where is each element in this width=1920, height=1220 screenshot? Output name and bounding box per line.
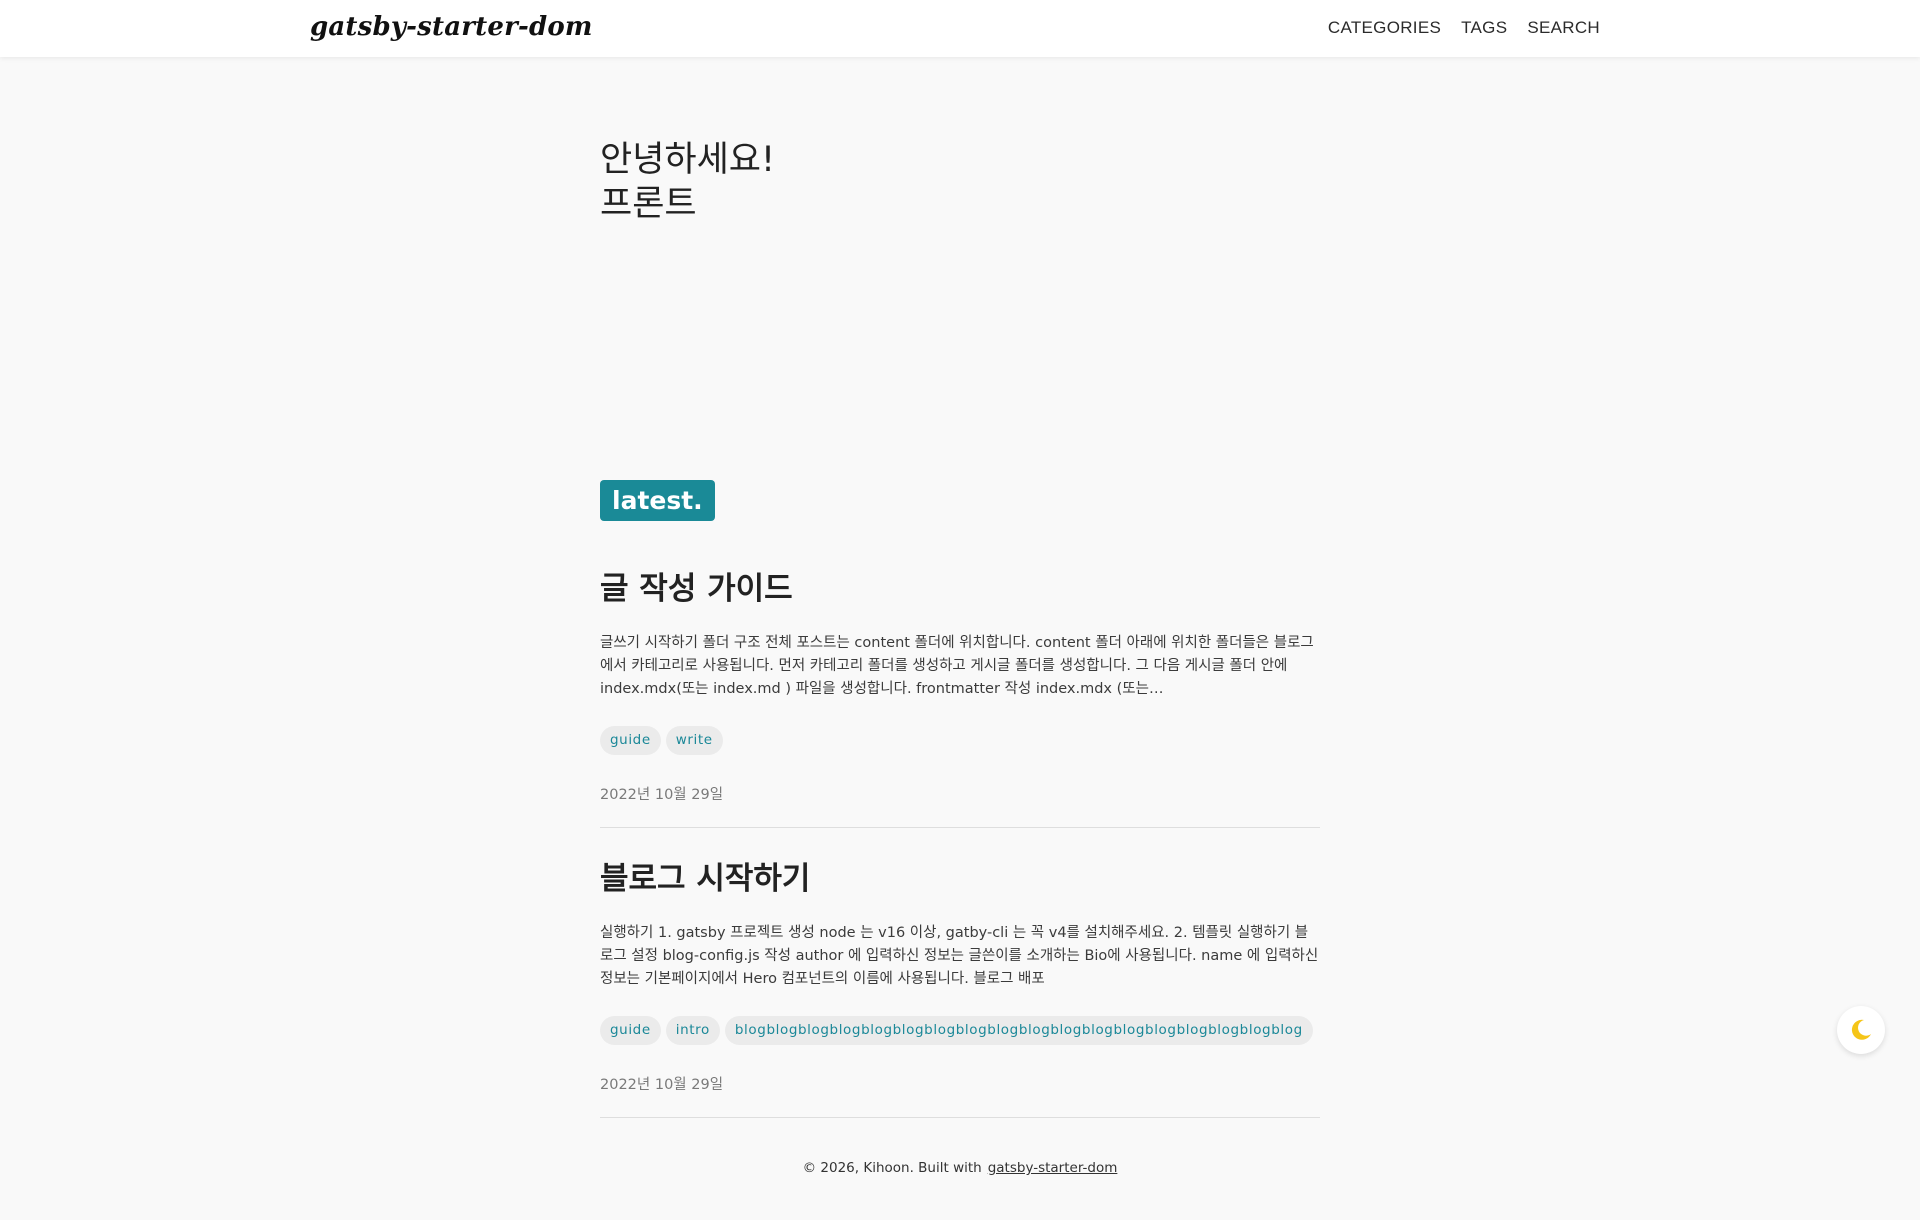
latest-badge: latest. <box>600 480 715 521</box>
nav-link-tags[interactable]: TAGS <box>1461 18 1507 38</box>
hero-subtitle: 프론트 <box>600 184 697 224</box>
hero-greeting: 안녕하세요! <box>600 140 776 180</box>
post-list: 글 작성 가이드 글쓰기 시작하기 폴더 구조 전체 포스트는 content … <box>600 570 1320 1150</box>
post-date: 2022년 10월 29일 <box>600 1077 724 1093</box>
tag-chip[interactable]: intro <box>665 1016 720 1045</box>
post-excerpt: 글쓰기 시작하기 폴더 구조 전체 포스트는 content 폴더에 위치합니다… <box>600 635 1314 697</box>
nav-link-search[interactable]: SEARCH <box>1527 18 1600 38</box>
tag-chip[interactable]: write <box>665 726 723 755</box>
post-tags: guide intro blogblogblogblogblogblogblog… <box>600 1016 1320 1045</box>
tag-chip[interactable]: guide <box>600 1016 661 1045</box>
post-date: 2022년 10월 29일 <box>600 787 724 803</box>
site-header: gatsby-starter-dom CATEGORIES TAGS SEARC… <box>0 0 1920 57</box>
site-footer: © 2026, Kihoon. Built with gatsby-starter… <box>0 1160 1920 1176</box>
tag-chip[interactable]: guide <box>600 726 661 755</box>
footer-text: © 2026, Kihoon. Built with <box>802 1160 982 1176</box>
hero: 안녕하세요! 프론트 <box>600 138 1320 226</box>
post-title-link[interactable]: 블로그 시작하기 <box>600 860 1320 898</box>
moon-icon <box>1848 1017 1874 1043</box>
site-logo-link[interactable]: gatsby-starter-dom <box>310 12 593 42</box>
post-excerpt: 실행하기 1. gatsby 프로젝트 생성 node 는 v16 이상, ga… <box>600 925 1319 987</box>
main-content: 안녕하세요! 프론트 latest. 글 작성 가이드 글쓰기 시작하기 폴더 … <box>600 138 1320 1118</box>
main-nav: CATEGORIES TAGS SEARCH <box>1328 18 1600 38</box>
post-tags: guide write <box>600 726 1320 755</box>
footer-link[interactable]: gatsby-starter-dom <box>988 1160 1118 1176</box>
post-item: 글 작성 가이드 글쓰기 시작하기 폴더 구조 전체 포스트는 content … <box>600 570 1320 828</box>
post-item: 블로그 시작하기 실행하기 1. gatsby 프로젝트 생성 node 는 v… <box>600 860 1320 1118</box>
nav-link-categories[interactable]: CATEGORIES <box>1328 18 1441 38</box>
tag-chip[interactable]: blogblogblogblogblogblogblogblogblogblog… <box>724 1016 1313 1045</box>
theme-toggle-button[interactable] <box>1837 1006 1885 1054</box>
post-title-link[interactable]: 글 작성 가이드 <box>600 570 1320 608</box>
